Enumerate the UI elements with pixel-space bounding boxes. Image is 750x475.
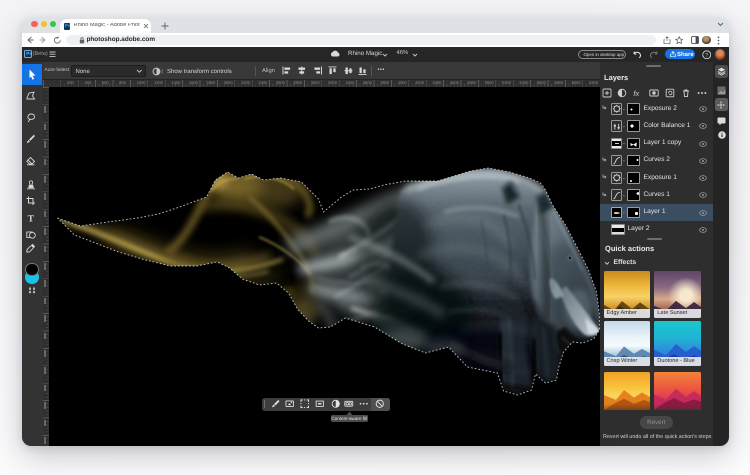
svg-text:?: ?: [705, 52, 708, 58]
svg-text:fx: fx: [633, 89, 639, 98]
svg-text:T: T: [27, 215, 34, 223]
